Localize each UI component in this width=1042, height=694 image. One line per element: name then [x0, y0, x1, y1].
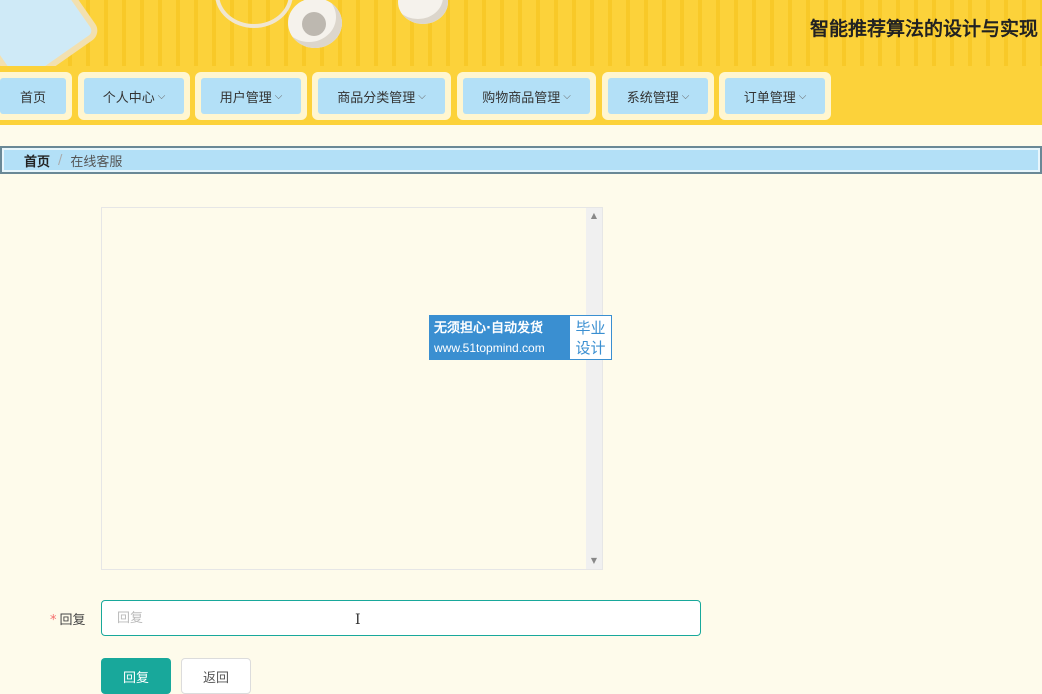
chevron-down-icon: ⌵ — [274, 90, 283, 102]
submit-reply-button[interactable]: 回复 — [101, 658, 171, 694]
header-banner: 智能推荐算法的设计与实现 — [0, 0, 1042, 68]
scroll-down-arrow-icon[interactable]: ▼ — [586, 553, 602, 569]
nav-item-label: 用户管理 — [219, 90, 272, 106]
scroll-up-arrow-icon[interactable]: ▲ — [586, 208, 602, 224]
cable-illustration — [215, 0, 293, 28]
breadcrumb-home-link[interactable]: 首页 — [24, 151, 50, 170]
nav-item-label: 订单管理 — [743, 90, 796, 106]
chat-message-box[interactable]: ▲ ▼ — [101, 207, 603, 570]
watermark-slogan: 无须担心·自动发货 — [434, 320, 543, 336]
top-nav: 首页 个人中心 ⌵ 用户管理 ⌵ 商品分类管理 ⌵ 购物商品管理 ⌵ 系统管理 ⌵ 订单管… — [0, 66, 1042, 125]
nav-item-system-management[interactable]: 系统管理 ⌵ — [602, 72, 714, 120]
nav-item-personal-center[interactable]: 个人中心 ⌵ — [78, 72, 190, 120]
nav-item-label: 购物商品管理 — [482, 90, 561, 106]
reply-label-text: 回复 — [59, 613, 86, 628]
nav-item-label: 个人中心 — [102, 90, 155, 106]
chevron-down-icon: ⌵ — [681, 90, 690, 102]
chat-scrollbar[interactable]: ▲ ▼ — [586, 208, 602, 569]
breadcrumb: 首页 / 在线客服 — [0, 146, 1042, 174]
earbud-illustration — [288, 0, 342, 48]
nav-item-label: 系统管理 — [626, 90, 679, 106]
reply-label: * 回复 — [50, 609, 86, 628]
required-mark: * — [50, 613, 57, 628]
chevron-down-icon: ⌵ — [563, 90, 571, 102]
text-cursor-icon: I — [355, 612, 361, 628]
nav-item-label: 首页 — [19, 90, 46, 106]
nav-item-user-management[interactable]: 用户管理 ⌵ — [195, 72, 307, 120]
earbud-illustration — [398, 0, 448, 24]
breadcrumb-current: 在线客服 — [70, 154, 123, 170]
chevron-down-icon: ⌵ — [157, 90, 166, 102]
breadcrumb-separator: / — [58, 152, 63, 168]
back-button[interactable]: 返回 — [181, 658, 251, 694]
watermark-right: 毕业 设计 — [570, 316, 611, 359]
site-title: 智能推荐算法的设计与实现 — [810, 18, 1039, 40]
watermark-left: 无须担心·自动发货 www.51topmind.com — [430, 316, 570, 359]
chevron-down-icon: ⌵ — [418, 90, 426, 102]
watermark-badge: 无须担心·自动发货 www.51topmind.com 毕业 设计 — [429, 315, 612, 360]
nav-item-order-management[interactable]: 订单管理 ⌵ — [719, 72, 831, 120]
nav-item-product-management[interactable]: 购物商品管理 ⌵ — [457, 72, 596, 120]
tablet-illustration — [0, 0, 103, 66]
nav-item-home[interactable]: 首页 — [0, 72, 72, 120]
chevron-down-icon: ⌵ — [798, 90, 807, 102]
watermark-label-line1: 毕业 — [575, 318, 606, 337]
reply-input[interactable] — [101, 600, 701, 636]
watermark-label-line2: 设计 — [575, 338, 606, 357]
nav-item-category-management[interactable]: 商品分类管理 ⌵ — [312, 72, 451, 120]
watermark-url: www.51topmind.com — [434, 340, 545, 355]
nav-item-label: 商品分类管理 — [337, 90, 416, 106]
